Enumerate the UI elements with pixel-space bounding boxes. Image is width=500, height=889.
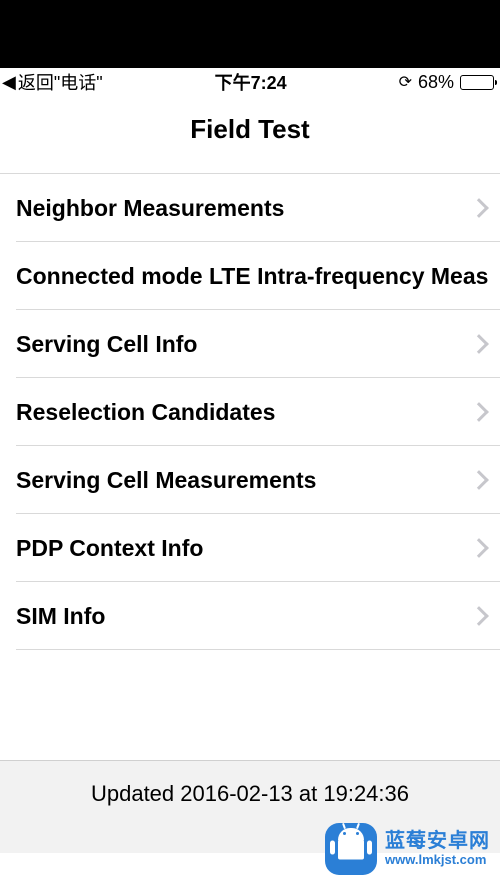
page-title: Field Test: [0, 96, 500, 173]
orientation-lock-icon: ⟳: [399, 72, 412, 92]
watermark: 蓝莓安卓网 www.lmkjst.com: [325, 823, 490, 875]
menu-list: Neighbor Measurements Connected mode LTE…: [0, 173, 500, 650]
row-neighbor-measurements[interactable]: Neighbor Measurements: [0, 174, 500, 242]
row-label: PDP Context Info: [16, 535, 203, 562]
status-time: 下午7:24: [215, 69, 287, 95]
row-pdp-context-info[interactable]: PDP Context Info: [0, 514, 500, 582]
chevron-right-icon: [469, 606, 489, 626]
status-back[interactable]: ◀ 返回"电话": [2, 69, 103, 95]
spacer: [0, 650, 500, 760]
top-black-bar: [0, 0, 500, 68]
row-serving-cell-info[interactable]: Serving Cell Info: [0, 310, 500, 378]
row-label: Serving Cell Measurements: [16, 467, 316, 494]
row-serving-cell-measurements[interactable]: Serving Cell Measurements: [0, 446, 500, 514]
row-label: Reselection Candidates: [16, 399, 275, 426]
row-connected-mode-lte[interactable]: Connected mode LTE Intra-frequency Meas: [0, 242, 500, 310]
battery-icon: [460, 75, 494, 90]
chevron-right-icon: [469, 334, 489, 354]
battery-percent: 68%: [418, 72, 454, 93]
row-label: SIM Info: [16, 603, 105, 630]
chevron-right-icon: [469, 538, 489, 558]
row-sim-info[interactable]: SIM Info: [0, 582, 500, 650]
back-text: 返回"电话": [18, 69, 103, 95]
watermark-url: www.lmkjst.com: [385, 853, 490, 868]
watermark-name: 蓝莓安卓网: [385, 830, 490, 853]
row-reselection-candidates[interactable]: Reselection Candidates: [0, 378, 500, 446]
back-arrow-icon: ◀: [2, 73, 16, 91]
chevron-right-icon: [469, 402, 489, 422]
android-icon: [325, 823, 377, 875]
row-label: Connected mode LTE Intra-frequency Meas: [16, 263, 488, 290]
status-bar: ◀ 返回"电话" 下午7:24 ⟳ 68%: [0, 68, 500, 96]
row-label: Neighbor Measurements: [16, 195, 284, 222]
chevron-right-icon: [469, 470, 489, 490]
row-label: Serving Cell Info: [16, 331, 197, 358]
chevron-right-icon: [469, 198, 489, 218]
